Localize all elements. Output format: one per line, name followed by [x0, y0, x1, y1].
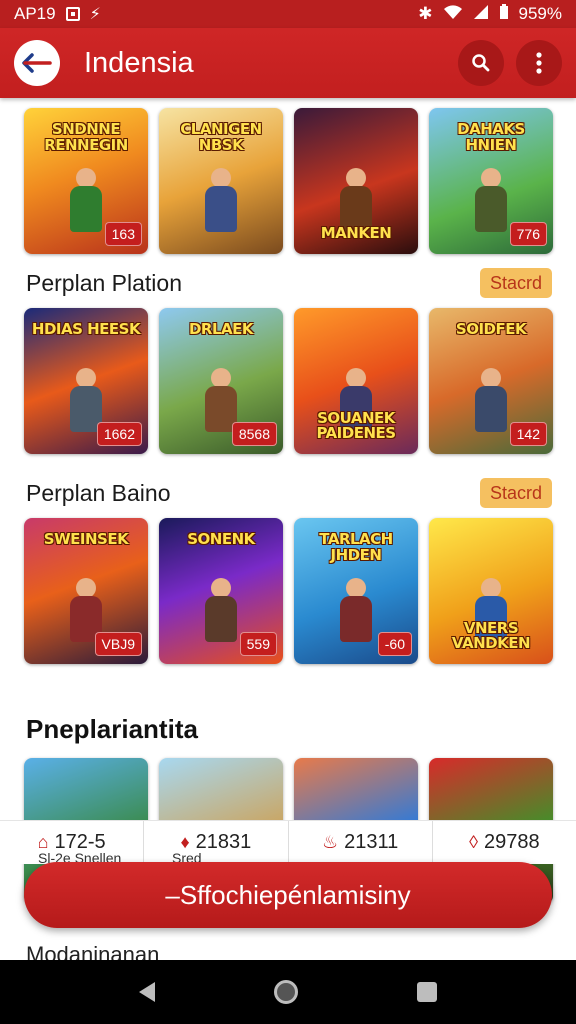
vibrate-icon: ✱ [418, 4, 433, 23]
game-art [471, 368, 511, 432]
start-chip[interactable]: Stacrd [480, 268, 552, 298]
game-badge: -60 [377, 632, 412, 656]
search-button[interactable] [458, 40, 504, 86]
game-tile[interactable]: HDIAS HEESK 1662 [24, 308, 148, 454]
game-title: VNERS VANDKEN [451, 618, 531, 653]
game-tile[interactable]: TARLACH JHDEN -60 [294, 518, 418, 664]
game-title: MANKEN [320, 224, 392, 243]
game-title: SOIDFEK [455, 320, 527, 338]
game-art [66, 168, 106, 232]
game-title: SOUANEK PAIDENES [316, 408, 396, 443]
game-badge: 142 [509, 422, 547, 446]
primary-action-button[interactable]: –Sffochiepénlamisiny [24, 862, 552, 928]
page-title: Indensia [84, 46, 194, 79]
flame-icon: ♨ [321, 832, 339, 852]
game-title: SONENK [187, 530, 255, 548]
back-button[interactable] [14, 40, 60, 86]
more-vertical-icon [536, 52, 542, 74]
notification-icon [65, 7, 80, 21]
game-art [471, 168, 511, 232]
section-heading: Pneplariantita [26, 714, 198, 744]
game-tile[interactable]: VNERS VANDKEN [429, 518, 553, 664]
game-badge: 163 [104, 222, 142, 246]
stat-item: ♨ 21311 [289, 821, 433, 864]
arrow-left-icon [22, 53, 52, 73]
nav-home-icon[interactable] [273, 980, 298, 1004]
more-options-button[interactable] [516, 40, 562, 86]
nav-back-icon[interactable] [139, 982, 156, 1002]
nav-recents-icon[interactable] [416, 982, 437, 1002]
game-badge: 8568 [231, 422, 277, 446]
search-icon [472, 54, 490, 72]
app-bar: Indensia [0, 28, 576, 98]
game-title: TARLACH JHDEN [319, 530, 393, 564]
signal-icon [473, 4, 489, 25]
game-badge: 776 [509, 222, 547, 246]
game-title: SNDNNE RENNEGIN [44, 120, 128, 154]
game-tile[interactable]: MANKEN [294, 108, 418, 254]
stat-value: 21311 [344, 831, 399, 853]
game-art [336, 578, 376, 642]
game-tile[interactable]: SWEINSEK VBJ9 [24, 518, 148, 664]
game-badge: VBJ9 [94, 632, 142, 656]
game-title: SWEINSEK [43, 530, 129, 548]
game-row: SNDNNE RENNEGIN 163 CLANIGEN NBSK MANKEN DAH… [24, 108, 553, 254]
game-badge: 559 [239, 632, 277, 656]
game-tile[interactable]: SOIDFEK 142 [429, 308, 553, 454]
game-title: DAHAKS HNIEN [457, 120, 525, 154]
game-title: HDIAS HEESK [31, 320, 141, 338]
game-art [201, 168, 241, 232]
battery-level: 959% [518, 4, 562, 23]
bolt-icon: ⚡ [89, 6, 101, 23]
section-label: Perplan Baino [26, 480, 171, 506]
stat-value: 21831 [195, 831, 252, 853]
game-art [201, 578, 241, 642]
section-label: Perplan Plation [26, 270, 182, 296]
game-tile[interactable]: SONENK 559 [159, 518, 283, 664]
stat-value: 29788 [484, 831, 540, 853]
start-chip[interactable]: Stacrd [480, 478, 552, 508]
game-row: HDIAS HEESK 1662 DRLAEK 8568 SOUANEK PAIDENE… [24, 308, 553, 454]
status-time: AP19 [14, 4, 56, 23]
status-bar: AP19 ⚡ ✱ 959% [0, 0, 576, 28]
game-tile[interactable]: DRLAEK 8568 [159, 308, 283, 454]
game-tile[interactable]: SOUANEK PAIDENES [294, 308, 418, 454]
battery-icon [499, 3, 509, 25]
game-tile[interactable]: DAHAKS HNIEN 776 [429, 108, 553, 254]
game-tile[interactable]: SNDNNE RENNEGIN 163 [24, 108, 148, 254]
stat-item: ◊ 29788 [433, 821, 576, 864]
game-title: CLANIGEN NBSK [180, 120, 262, 154]
game-badge: 1662 [96, 422, 142, 446]
game-tile[interactable]: CLANIGEN NBSK [159, 108, 283, 254]
game-row: SWEINSEK VBJ9 SONENK 559 TARLACH JHDEN -60 VNE… [24, 518, 553, 664]
game-title: DRLAEK [188, 320, 254, 338]
game-art [336, 168, 376, 232]
stat-item: ♦ 21831 [144, 821, 289, 864]
wifi-icon [443, 4, 463, 25]
shield-icon: ◊ [469, 832, 479, 852]
system-nav-bar [0, 960, 576, 1024]
